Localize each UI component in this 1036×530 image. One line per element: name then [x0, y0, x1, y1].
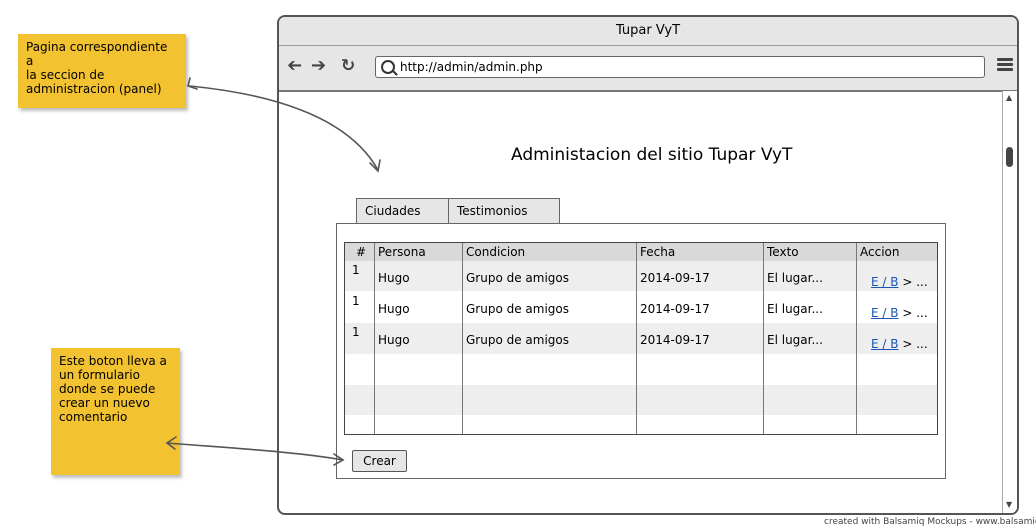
arrow-to-button — [166, 442, 344, 461]
balsamiq-credit: created with Balsamiq Mockups - www.bals… — [824, 517, 1036, 527]
annotation-arrows — [165, 77, 381, 466]
arrow-to-page — [189, 85, 379, 171]
